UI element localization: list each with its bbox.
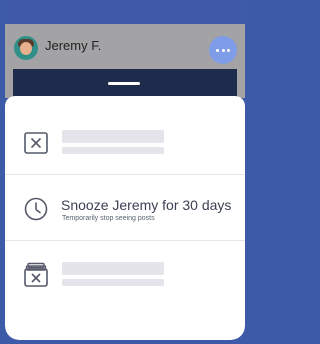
option-subtitle-placeholder bbox=[62, 147, 164, 154]
divider bbox=[5, 174, 245, 175]
app-screen: Jeremy F. Snooze Jeremy for 30 days Temp… bbox=[5, 0, 245, 340]
clock-icon bbox=[24, 197, 48, 221]
option-subtitle-placeholder bbox=[62, 279, 164, 286]
hide-post-option[interactable] bbox=[5, 110, 245, 174]
more-dot bbox=[227, 48, 231, 52]
action-sheet: Snooze Jeremy for 30 days Temporarily st… bbox=[5, 96, 245, 340]
more-options-button[interactable] bbox=[209, 36, 237, 64]
snooze-subtitle: Temporarily stop seeing posts bbox=[62, 215, 155, 222]
more-dot bbox=[221, 48, 225, 52]
sheet-drag-handle[interactable] bbox=[108, 82, 140, 85]
option-title-placeholder bbox=[62, 262, 164, 275]
avatar-face bbox=[20, 42, 32, 55]
dimmed-feed-post[interactable]: Jeremy F. bbox=[5, 24, 245, 109]
close-box-icon bbox=[24, 132, 48, 154]
unfollow-option[interactable] bbox=[5, 242, 245, 306]
snooze-option[interactable]: Snooze Jeremy for 30 days Temporarily st… bbox=[5, 176, 245, 240]
option-title-placeholder bbox=[62, 130, 164, 143]
snooze-title: Snooze Jeremy for 30 days bbox=[61, 197, 232, 213]
more-dot bbox=[215, 48, 219, 52]
unfollow-archive-icon bbox=[24, 262, 48, 287]
status-bar bbox=[5, 0, 245, 24]
avatar[interactable] bbox=[14, 36, 38, 60]
divider bbox=[5, 240, 245, 241]
post-author-name[interactable]: Jeremy F. bbox=[45, 38, 101, 53]
